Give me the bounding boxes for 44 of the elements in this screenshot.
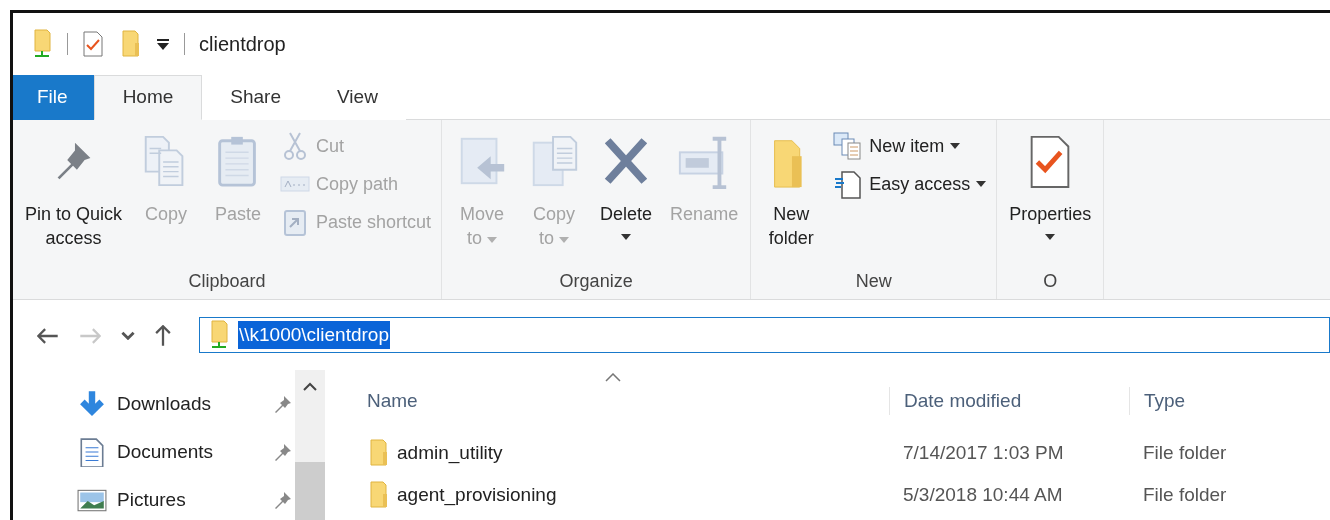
- ribbon-button[interactable]: New folder: [757, 126, 826, 268]
- column-header[interactable]: Type: [1129, 386, 1329, 416]
- folder-icon: [367, 480, 389, 510]
- ribbon-button[interactable]: Pin to Quick access: [19, 126, 129, 268]
- date-cell-text: 5/3/2018 10:44 AM: [902, 482, 1064, 507]
- sidebar-item[interactable]: Documents: [77, 428, 293, 476]
- group-label: New: [854, 270, 893, 293]
- type-cell-text: File folder: [1142, 482, 1228, 507]
- group-label: Organize: [558, 270, 634, 293]
- ribbon-button[interactable]: Easy access: [829, 166, 991, 202]
- scrollbar[interactable]: [295, 370, 325, 520]
- group-label: Clipboard: [187, 270, 267, 293]
- column-header[interactable]: Date modified: [889, 386, 1129, 416]
- file-name[interactable]: agent_provisioning: [397, 480, 557, 510]
- document-icon: [833, 169, 864, 199]
- customize-menu-icon: [156, 37, 170, 51]
- date-cell-text: 7/14/2017 1:03 PM: [902, 440, 1065, 465]
- properties-icon: [82, 31, 104, 57]
- scrollbar-thumb[interactable]: [295, 462, 325, 520]
- file-menu-tab[interactable]: File: [13, 75, 94, 120]
- sidebar-item[interactable]: Pictures: [77, 476, 293, 520]
- type-cell-text: File folder: [1142, 440, 1228, 465]
- document-icon: [77, 437, 107, 467]
- new-item-icon: [833, 131, 864, 161]
- address-field[interactable]: \\k1000\clientdrop: [199, 317, 1330, 353]
- folder-icon: [367, 438, 389, 468]
- address-text[interactable]: \\k1000\clientdrop: [238, 320, 390, 350]
- group-label: O: [1042, 270, 1059, 293]
- file-name[interactable]: admin_utility: [397, 438, 503, 468]
- network-folder-icon: [31, 29, 53, 59]
- sidebar-item[interactable]: Downloads: [77, 380, 293, 428]
- up-icon: [155, 324, 171, 347]
- ribbon-tab[interactable]: Home: [93, 75, 203, 120]
- network-folder-icon: [208, 320, 230, 350]
- scroll-up-icon: [303, 382, 317, 392]
- ribbon-button[interactable]: New item: [829, 128, 991, 164]
- back-icon: [37, 327, 59, 344]
- column-header[interactable]: Name: [367, 386, 889, 416]
- ribbon-button[interactable]: Delete: [592, 126, 661, 268]
- chevron-down-icon: [121, 331, 135, 341]
- ribbon-button[interactable]: Properties: [1003, 126, 1098, 268]
- forward-icon: [79, 327, 101, 344]
- download-icon: [77, 389, 107, 419]
- window-title: clientdrop: [199, 32, 286, 57]
